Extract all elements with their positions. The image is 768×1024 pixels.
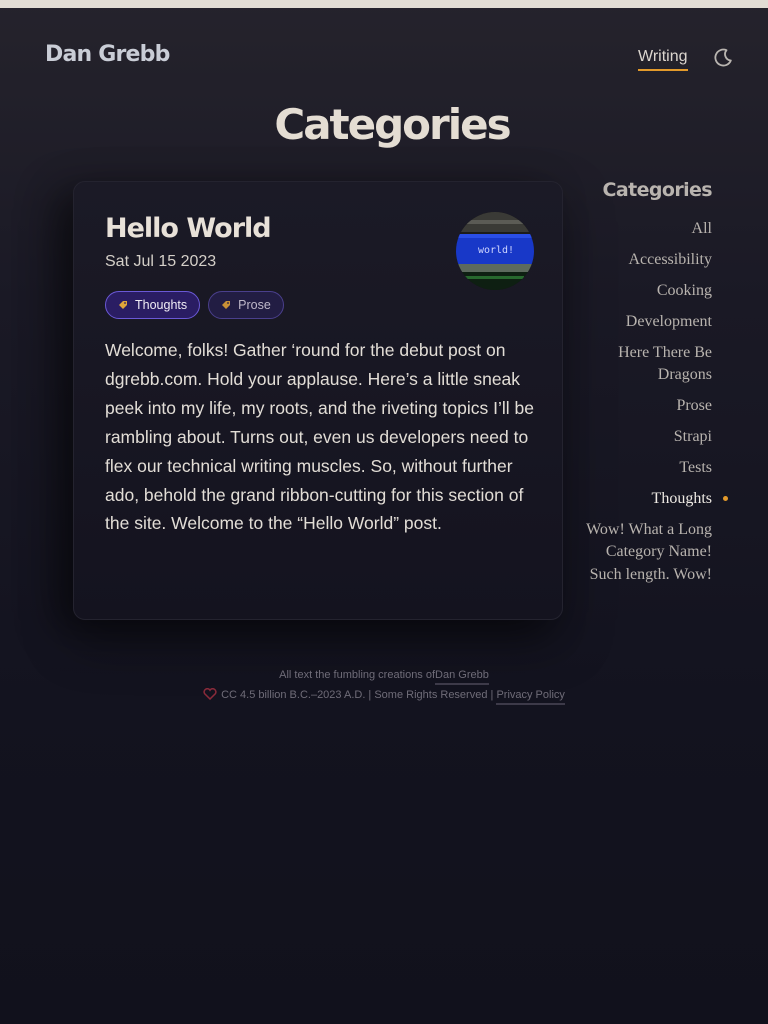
sidebar-heading: Categories [602,179,713,201]
sidebar-item-long-category[interactable]: Wow! What a Long Category Name! Such len… [582,519,712,586]
footer-author-link[interactable]: Dan Grebb [435,669,489,685]
tag-icon [119,301,127,309]
page-title: Categories [274,100,511,149]
sidebar-item-thoughts[interactable]: Thoughts [582,488,728,510]
thumbnail-text: world! [478,245,514,256]
post-title[interactable]: Hello World [105,213,272,244]
nav-writing-link[interactable]: Writing [638,48,688,71]
post-date: Sat Jul 15 2023 [105,253,217,270]
sidebar-item-development[interactable]: Development [582,311,712,333]
site-footer: All text the fumbling creations ofDan Gr… [0,668,768,705]
site-brand[interactable]: Dan Grebb [45,42,170,67]
category-list: All Accessibility Cooking Development He… [582,218,728,595]
privacy-policy-link[interactable]: Privacy Policy [496,689,565,705]
sidebar-item-all[interactable]: All [582,218,712,240]
post-thumbnail[interactable]: world! [456,212,534,290]
sidebar-item-here-there-be-dragons[interactable]: Here There Be Dragons [582,342,712,387]
post-excerpt: Welcome, folks! Gather ‘round for the de… [105,340,534,534]
heart-icon [203,687,217,704]
tag-icon [222,301,231,309]
sidebar-item-tests[interactable]: Tests [582,457,712,479]
footer-license: CC 4.5 billion B.C.–2023 A.D. | Some Rig… [0,687,768,705]
footer-credit: All text the fumbling creations ofDan Gr… [0,668,768,685]
footer-credit-text: All text the fumbling creations of [279,669,436,681]
top-bar [0,0,768,8]
tag-thoughts[interactable]: Thoughts [105,291,201,319]
sidebar-item-strapi[interactable]: Strapi [582,426,712,448]
footer-license-text: CC 4.5 billion B.C.–2023 A.D. | Some Rig… [221,689,494,701]
post-card[interactable]: Hello World Sat Jul 15 2023 world! Thoug… [73,181,563,620]
tag-prose[interactable]: Prose [208,291,284,319]
sidebar-item-cooking[interactable]: Cooking [582,280,712,302]
tag-label: Thoughts [135,298,188,312]
sidebar-item-prose[interactable]: Prose [582,395,712,417]
moon-icon[interactable] [713,48,733,68]
post-tags: Thoughts Prose [105,291,284,319]
tag-label: Prose [238,298,271,312]
active-indicator-dot [723,496,728,502]
sidebar-item-accessibility[interactable]: Accessibility [582,249,712,271]
sidebar-item-label: Thoughts [651,490,712,508]
